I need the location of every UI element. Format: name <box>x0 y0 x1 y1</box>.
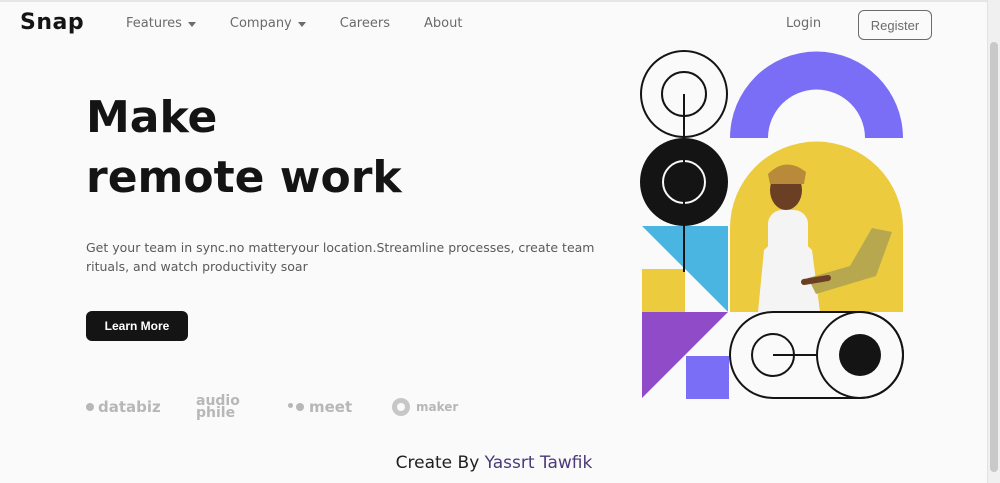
main-nav: Features Company Careers About <box>126 16 462 31</box>
vertical-scrollbar[interactable] <box>987 0 1000 483</box>
hero-title-line1: Make <box>86 92 218 143</box>
learn-more-button[interactable]: Learn More <box>86 311 188 341</box>
databiz-logo: databiz <box>86 398 196 416</box>
client-logos: databiz audio phile meet maker <box>86 394 458 421</box>
browser-viewport: Snap Features Company Careers About Logi… <box>0 0 1000 483</box>
brand-logo[interactable]: Snap <box>20 10 84 35</box>
meet-logo: meet <box>288 398 392 416</box>
hero-title-line2: remote work <box>86 152 402 203</box>
nav-features[interactable]: Features <box>126 16 196 31</box>
top-edge <box>0 0 1000 2</box>
footer-author[interactable]: Yassrt Tawfik <box>485 453 593 473</box>
scrollbar-thumb[interactable] <box>990 42 998 472</box>
register-button[interactable]: Register <box>858 10 932 40</box>
hero-illustration <box>640 50 904 399</box>
databiz-wordmark: databiz <box>98 398 161 416</box>
nav-features-label: Features <box>126 16 182 31</box>
purple-arch-shape <box>730 51 903 138</box>
nav-careers[interactable]: Careers <box>340 16 390 31</box>
nav-about[interactable]: About <box>424 16 462 31</box>
chevron-down-icon <box>297 22 306 27</box>
audiophile-wordmark-bottom: phile <box>196 405 236 421</box>
nav-company[interactable]: Company <box>230 16 306 31</box>
maker-logo: maker <box>392 398 458 416</box>
login-link[interactable]: Login <box>786 16 821 31</box>
chevron-down-icon <box>187 22 196 27</box>
purple-square-shape <box>686 356 729 399</box>
nav-company-label: Company <box>229 16 292 31</box>
audiophile-logo: audio phile <box>196 394 288 421</box>
maker-ring-icon <box>392 398 410 416</box>
hero-description: Get your team in sync.no matteryour loca… <box>86 240 595 274</box>
nav-careers-label: Careers <box>339 16 390 31</box>
pill-right-dot <box>839 334 881 376</box>
databiz-dot-icon <box>86 403 94 411</box>
maker-wordmark: maker <box>416 400 459 414</box>
footer-prefix: Create By <box>395 453 480 473</box>
footer-credit: Create By Yassrt Tawfik <box>0 453 988 473</box>
meet-wordmark: meet <box>309 398 353 416</box>
meet-dots-icon <box>288 403 304 411</box>
nav-about-label: About <box>423 16 463 31</box>
yellow-square-shape <box>642 269 685 312</box>
hero-title: Make remote work <box>86 88 402 208</box>
